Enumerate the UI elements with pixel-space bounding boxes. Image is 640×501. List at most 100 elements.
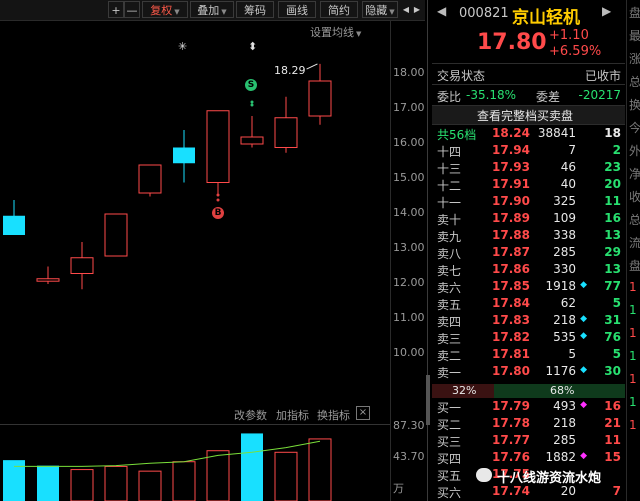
level-price: 17.93 [492,160,530,174]
weicha-label: 委差 [536,90,561,104]
side-tab-glyph[interactable]: 流 [629,234,640,251]
side-tab-glyph[interactable]: 净 [629,165,640,182]
price-change: +1.10 [549,28,589,43]
level-count: 11 [604,433,621,447]
candle-body [173,147,195,164]
side-tab-glyph[interactable]: 1 [629,418,637,432]
side-tab-glyph[interactable]: 盘 [629,257,640,274]
side-tab-glyph[interactable]: 1 [629,395,637,409]
ask-row[interactable]: 卖二 17.81 5 5 [432,347,625,364]
volume-bar [172,461,196,501]
side-tab-glyph[interactable]: 1 [629,303,637,317]
zoom-out-button[interactable]: — [124,1,140,18]
ask-row[interactable]: 卖十 17.89 109 16 [432,211,625,228]
level-count: 16 [604,211,621,225]
ask-row[interactable]: 十三 17.93 46 23 [432,160,625,177]
ask-row[interactable]: 卖八 17.87 285 29 [432,245,625,262]
view-full-orderbook-button[interactable]: 查看完整档买卖盘 [432,105,625,125]
weicha-value: -20217 [578,88,621,102]
ask-row[interactable]: 卖五 17.84 62 5 [432,296,625,313]
ratio-left-label: 32% [452,384,477,397]
diejia-dropdown[interactable]: 叠加 ▼ [190,1,234,18]
level-label: 买四 [437,452,462,466]
fuquan-dropdown[interactable]: 复权 ▼ [142,1,188,18]
side-tab-glyph[interactable]: 外 [629,142,640,159]
current-price: 17.80 [477,30,547,55]
volume-switch-indicator-button[interactable]: 换指标 [317,407,350,423]
side-tab-glyph[interactable]: 收 [629,188,640,205]
chart-scrollbar[interactable] [426,375,430,425]
chouma-button[interactable]: 筹码 [236,1,274,18]
set-ma-link[interactable]: 设置均线 ▼ [310,24,361,40]
volume-add-indicator-button[interactable]: 加指标 [276,407,309,423]
level-label: 卖四 [437,315,462,329]
next-stock-icon[interactable]: ▶ [602,4,611,18]
side-tab-glyph[interactable]: 1 [629,349,637,363]
big-order-icon: ◆ [580,314,587,324]
side-tab-glyph[interactable]: 总 [629,211,640,228]
level-volume: 7 [568,143,576,157]
candle-body [36,278,60,282]
bid-row[interactable]: 买一 17.79 493 ◆ 16 [432,399,625,416]
buy-sell-ratio-bar: 32% 68% [432,384,625,398]
level-count: 20 [604,177,621,191]
chart-divider [390,20,391,501]
huaxian-button[interactable]: 画线 [278,1,316,18]
side-tab-glyph[interactable]: 换 [629,96,640,113]
bid-row[interactable]: 买六 17.74 20 7 [432,484,625,501]
level-price: 17.94 [492,143,530,157]
ask-row[interactable]: 十四 17.94 7 2 [432,143,625,160]
ask-row[interactable]: 卖九 17.88 338 13 [432,228,625,245]
ask-row[interactable]: 卖三 17.82 535 ◆ 76 [432,330,625,347]
level-label: 十一 [437,196,462,210]
level-volume: 40 [560,177,576,191]
divider [432,84,625,85]
ask-row[interactable]: 卖四 17.83 218 ◆ 31 [432,313,625,330]
volume-bar [70,469,94,501]
zoom-in-button[interactable]: + [108,1,124,18]
level-price: 17.91 [492,177,530,191]
side-tab-glyph[interactable]: 1 [629,326,637,340]
high-price-label: 18.29 [274,64,306,77]
level-price: 17.90 [492,194,530,208]
next-icon[interactable]: ▶ [411,1,423,18]
level-label: 买三 [437,435,462,449]
volume-bar [241,433,263,501]
bid-row[interactable]: 买三 17.77 285 11 [432,433,625,450]
price-change-pct: +6.59% [549,44,602,59]
volume-params-button[interactable]: 改参数 [234,407,267,423]
yincang-button[interactable]: 隐藏 ▼ [362,1,398,18]
level-label: 卖五 [437,298,462,312]
jianyue-button[interactable]: 简约 [320,1,358,18]
candlestick-chart[interactable] [0,40,388,410]
prev-stock-icon[interactable]: ◀ [437,4,446,18]
level-count: 11 [604,194,621,208]
ask-row[interactable]: 卖一 17.80 1176 ◆ 30 [432,364,625,381]
level-count: 29 [604,245,621,259]
ask-row[interactable]: 十二 17.91 40 20 [432,177,625,194]
side-tab-glyph[interactable]: 最 [629,27,640,44]
candle-body [206,110,230,183]
level-price: 17.78 [492,416,530,430]
side-tab-glyph[interactable]: 1 [629,372,637,386]
bid-row[interactable]: 买四 17.76 1882 ◆ 15 [432,450,625,467]
chevron-down-icon: ▼ [174,8,180,16]
side-tab-glyph[interactable]: 涨 [629,50,640,67]
signal-dot [216,193,220,197]
level-price: 17.74 [492,484,530,498]
bid-row[interactable]: 买二 17.78 218 21 [432,416,625,433]
level-price: 17.76 [492,450,530,464]
level-label: 卖八 [437,247,462,261]
candle-body [138,164,162,194]
level-price: 17.81 [492,347,530,361]
volume-close-icon[interactable]: × [356,406,370,420]
side-tab-glyph[interactable]: 今 [629,119,640,136]
level-volume: 218 [553,416,576,430]
level-volume: 109 [553,211,576,225]
ask-row[interactable]: 十一 17.90 325 11 [432,194,625,211]
ask-row[interactable]: 卖七 17.86 330 13 [432,262,625,279]
side-tab-glyph[interactable]: 盘 [629,4,640,21]
side-tab-glyph[interactable]: 总 [629,73,640,90]
ask-row[interactable]: 卖六 17.85 1918 ◆ 77 [432,279,625,296]
side-tab-glyph[interactable]: 1 [629,280,637,294]
